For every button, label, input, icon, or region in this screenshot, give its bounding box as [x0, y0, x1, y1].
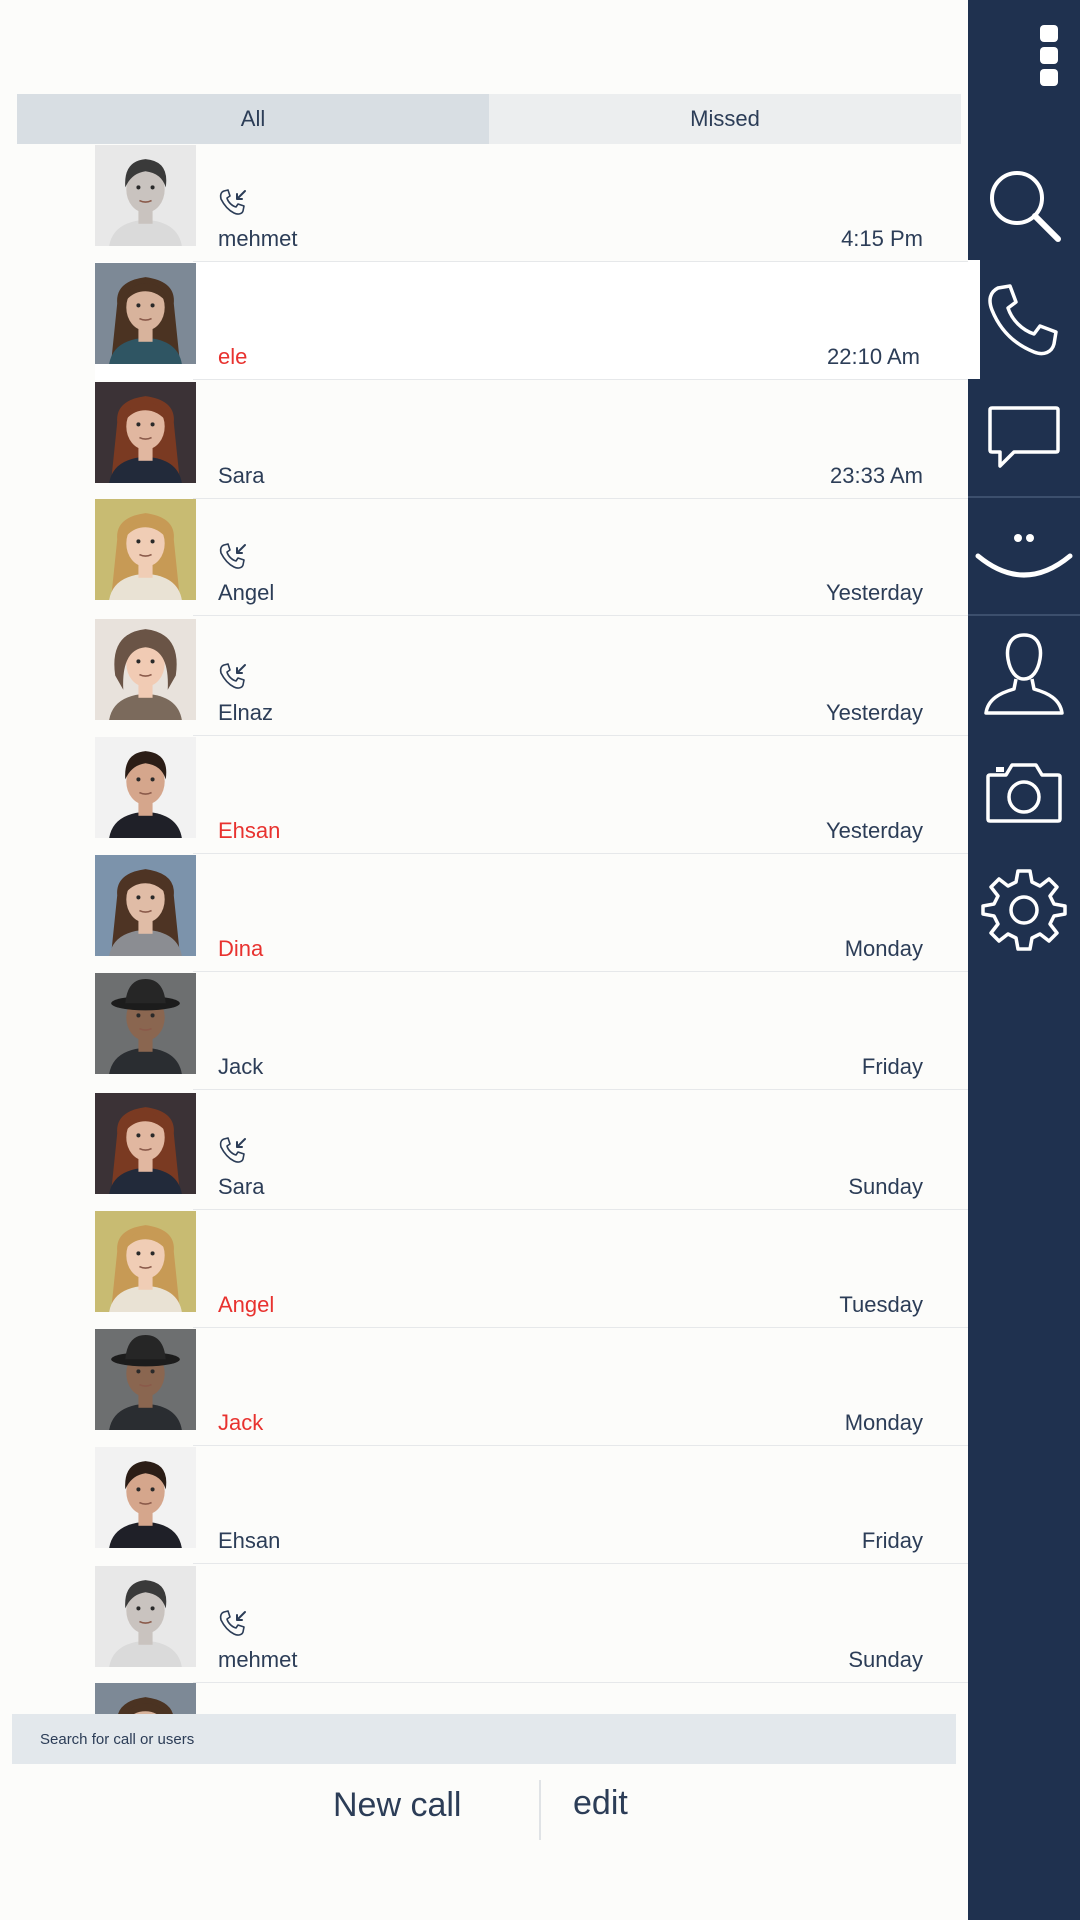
settings-icon [981, 869, 1067, 951]
call-row[interactable]: Sara 23:33 Am [95, 381, 980, 499]
search-icon [990, 171, 1061, 242]
sidebar-item-settings[interactable] [968, 852, 1080, 968]
call-time: Yesterday [825, 700, 923, 725]
new-call-button[interactable]: New call [333, 1786, 461, 1825]
call-time: Friday [861, 1528, 923, 1553]
contact-name: mehmet [218, 1647, 298, 1672]
call-row[interactable]: Jack Monday [95, 1328, 980, 1446]
call-row[interactable]: Angel Tuesday [95, 1210, 980, 1328]
tab-all[interactable]: All [17, 94, 489, 144]
contact-name: mehmet [218, 226, 298, 251]
call-row[interactable]: Ehsan Yesterday [95, 736, 980, 854]
more-menu-icon[interactable] [1040, 25, 1060, 91]
chat-icon [988, 406, 1060, 468]
call-row[interactable]: Jack Friday [95, 972, 980, 1090]
avatar [95, 382, 196, 483]
avatar [95, 855, 196, 956]
call-time: Yesterday [825, 818, 923, 843]
sidebar-item-emoji[interactable] [968, 500, 1080, 612]
row-divider [193, 1563, 980, 1564]
sidebar-divider [968, 614, 1080, 616]
call-time: 4:15 Pm [841, 226, 923, 251]
outgoing-call-icon [218, 542, 248, 572]
avatar [95, 1447, 196, 1548]
call-time: 22:10 Am [827, 344, 920, 369]
avatar [95, 1683, 196, 1714]
call-row[interactable]: Sara Sunday [95, 1092, 980, 1210]
avatar [95, 499, 196, 600]
contact-icon [984, 633, 1064, 715]
call-time: Tuesday [839, 1292, 923, 1317]
call-time: Monday [844, 936, 923, 961]
call-row[interactable]: mehmet 4:15 Pm [95, 144, 980, 262]
outgoing-call-icon [218, 188, 248, 218]
contact-name: Elnaz [218, 700, 274, 725]
avatar [95, 263, 196, 364]
call-time: Sunday [848, 1647, 923, 1672]
call-row[interactable]: ele 22:10 Am [95, 262, 977, 380]
action-bar: New call edit [0, 1780, 968, 1840]
contact-name: Ehsan [218, 818, 281, 843]
tab-missed[interactable]: Missed [489, 94, 961, 144]
avatar [95, 737, 196, 838]
sidebar-item-messages[interactable] [968, 382, 1080, 494]
edit-button[interactable]: edit [573, 1784, 628, 1823]
call-time: Monday [844, 1410, 923, 1435]
camera-icon [986, 763, 1062, 823]
sidebar [968, 0, 1080, 1920]
call-row[interactable]: Elnaz Yesterday [95, 618, 980, 736]
outgoing-call-icon [218, 1136, 248, 1166]
sidebar-item-contacts[interactable] [968, 618, 1080, 730]
call-row[interactable]: mehmet Sunday [95, 1565, 980, 1683]
call-time: Yesterday [825, 580, 923, 605]
sidebar-item-camera[interactable] [968, 736, 1080, 848]
sidebar-divider [968, 496, 1080, 498]
row-divider [193, 615, 980, 616]
outgoing-call-icon [218, 1609, 248, 1639]
call-time: 23:33 Am [830, 463, 923, 488]
call-row[interactable]: Ehsan Friday [95, 1446, 980, 1564]
call-log-screen: All Missed mehmet4:15 Pm ele22:10 Am S [0, 0, 1080, 1920]
call-list[interactable]: mehmet 4:15 Pm ele 22:10 Am Sara 23:33 Am A… [0, 144, 980, 1714]
avatar [95, 973, 196, 1074]
outgoing-call-icon [218, 662, 248, 692]
avatar [95, 145, 196, 246]
row-divider [193, 379, 977, 380]
contact-name: Dina [218, 936, 264, 961]
action-divider [539, 1780, 541, 1840]
contact-name: ele [218, 344, 248, 369]
avatar [95, 1329, 196, 1430]
contact-name: Angel [218, 1292, 275, 1317]
call-row[interactable]: Dina Monday [95, 854, 980, 972]
call-time: Sunday [848, 1174, 923, 1199]
avatar [95, 1093, 196, 1194]
avatar [95, 1211, 196, 1312]
call-filter-tabs: All Missed [17, 94, 961, 144]
call-row[interactable]: Angel Yesterday [95, 498, 980, 616]
avatar [95, 1566, 196, 1667]
contact-name: Ehsan [218, 1528, 281, 1553]
phone-icon [988, 283, 1058, 355]
call-row[interactable] [95, 1682, 980, 1714]
avatar [95, 619, 196, 720]
contact-name: Angel [218, 580, 275, 605]
contact-name: Sara [218, 1174, 265, 1199]
row-divider [193, 1089, 980, 1090]
sidebar-item-search[interactable] [968, 150, 1080, 260]
smiley-icon [975, 534, 1073, 578]
sidebar-item-calls[interactable] [968, 260, 1080, 379]
contact-name: Jack [218, 1410, 264, 1435]
call-time: Friday [861, 1054, 923, 1079]
contact-name: Jack [218, 1054, 264, 1079]
search-input[interactable]: Search for call or users [12, 1714, 956, 1764]
contact-name: Sara [218, 463, 265, 488]
